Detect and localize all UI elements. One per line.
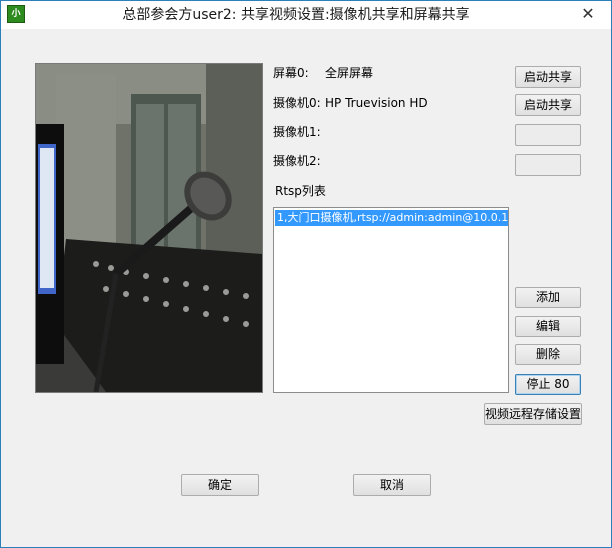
close-button[interactable]: ✕ (573, 3, 603, 25)
camera2-label: 摄像机2: (273, 154, 321, 168)
rtsp-list[interactable]: 1,大门口摄像机,rtsp://admin:admin@10.0.1.199 (273, 207, 509, 393)
start-share-screen0-button[interactable]: 启动共享 (515, 66, 581, 88)
dialog-client-area: 屏幕0: 全屏屏幕 摄像机0: HP Truevision HD 摄像机1: 摄… (1, 29, 611, 547)
camera1-label: 摄像机1: (273, 125, 321, 139)
camera0-value: HP Truevision HD (325, 96, 428, 110)
dialog-window: 小 总部参会方user2: 共享视频设置:摄像机共享和屏幕共享 ✕ 屏幕0: 全… (0, 0, 612, 548)
cancel-button[interactable]: 取消 (353, 474, 431, 496)
camera-preview-image (36, 64, 262, 392)
start-share-camera0-button[interactable]: 启动共享 (515, 94, 581, 116)
screen0-label: 屏幕0: (273, 66, 309, 80)
camera-preview (35, 63, 263, 393)
ok-button[interactable]: 确定 (181, 474, 259, 496)
delete-button[interactable]: 删除 (515, 344, 581, 365)
rtsp-list-label: Rtsp列表 (275, 184, 326, 198)
app-icon: 小 (7, 5, 25, 23)
screen0-value: 全屏屏幕 (325, 66, 374, 80)
rtsp-list-item[interactable]: 1,大门口摄像机,rtsp://admin:admin@10.0.1.199 (275, 210, 508, 226)
window-title: 总部参会方user2: 共享视频设置:摄像机共享和屏幕共享 (122, 7, 470, 23)
edit-button[interactable]: 编辑 (515, 316, 581, 337)
camera0-label: 摄像机0: (273, 96, 321, 110)
remote-storage-settings-button[interactable]: 视频远程存储设置 (484, 403, 582, 425)
start-share-camera2-button[interactable] (515, 154, 581, 176)
start-share-camera1-button[interactable] (515, 124, 581, 146)
stop-button[interactable]: 停止 80 (515, 374, 581, 395)
add-button[interactable]: 添加 (515, 287, 581, 308)
title-bar[interactable]: 小 总部参会方user2: 共享视频设置:摄像机共享和屏幕共享 ✕ (1, 1, 611, 29)
